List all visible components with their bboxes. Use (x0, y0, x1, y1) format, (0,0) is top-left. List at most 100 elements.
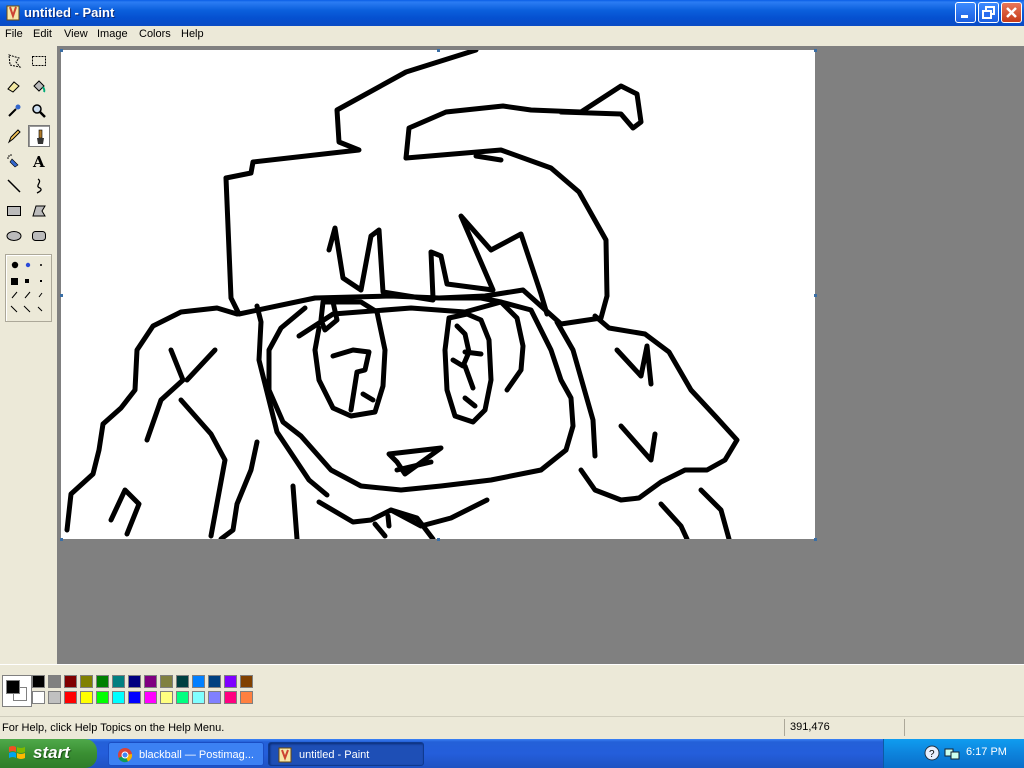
status-help-text: For Help, click Help Topics on the Help … (2, 722, 225, 734)
color-swatch[interactable] (192, 675, 205, 688)
resize-handle[interactable] (437, 49, 440, 52)
color-swatch[interactable] (128, 675, 141, 688)
color-swatch[interactable] (112, 675, 125, 688)
toolbox: A (0, 46, 57, 664)
rectangle-select-icon (32, 56, 46, 66)
restore-icon (982, 6, 995, 19)
color-swatch[interactable] (64, 691, 77, 704)
start-label: start (33, 743, 70, 762)
resize-handle[interactable] (60, 294, 63, 297)
start-button[interactable]: start (0, 739, 97, 768)
rectangle-icon (7, 206, 21, 216)
color-swatch[interactable] (192, 691, 205, 704)
menu-colors[interactable]: Colors (139, 28, 171, 40)
color-swatch[interactable] (32, 691, 45, 704)
magnifier-tool[interactable] (28, 100, 50, 122)
title-bar[interactable]: untitled - Paint (0, 0, 1024, 26)
color-swatch[interactable] (80, 675, 93, 688)
color-swatch[interactable] (48, 675, 61, 688)
color-swatch[interactable] (64, 675, 77, 688)
brush-shapes (10, 261, 43, 313)
color-swatch[interactable] (176, 691, 189, 704)
resize-handle[interactable] (814, 49, 817, 52)
color-swatch[interactable] (80, 691, 93, 704)
eraser-icon (7, 81, 20, 93)
windows-logo-icon (9, 746, 25, 759)
status-coordinates: 391,476 (784, 719, 908, 736)
task-label: untitled - Paint (299, 749, 370, 761)
resize-handle[interactable] (814, 294, 817, 297)
brush-icon (37, 129, 44, 144)
eyedropper-icon (8, 104, 21, 117)
rectangle-tool[interactable] (3, 200, 25, 222)
maximize-button[interactable] (978, 2, 999, 23)
task-button-chrome[interactable]: blackball — Postimag... (108, 742, 264, 766)
menu-view[interactable]: View (64, 28, 88, 40)
help-tray-icon[interactable]: ? (924, 745, 940, 761)
eraser-tool[interactable] (3, 75, 25, 97)
pencil-tool[interactable] (3, 125, 25, 147)
color-swatch[interactable] (32, 675, 45, 688)
text-tool[interactable]: A (28, 150, 50, 172)
color-swatch[interactable] (208, 675, 221, 688)
color-swatch[interactable] (224, 675, 237, 688)
free-form-select-icon (8, 54, 22, 68)
color-swatch[interactable] (160, 675, 173, 688)
menu-image[interactable]: Image (97, 28, 128, 40)
taskbar: start blackball — Postimag... untitled -… (0, 739, 1024, 768)
menu-help[interactable]: Help (181, 28, 204, 40)
menu-bar: File Edit View Image Colors Help (0, 26, 1024, 44)
color-swatch[interactable] (128, 691, 141, 704)
color-palette (0, 664, 1024, 715)
clock: 6:17 PM (966, 746, 1007, 758)
color-swatch[interactable] (176, 675, 189, 688)
paint-icon (278, 747, 292, 763)
color-swatch[interactable] (96, 691, 109, 704)
polygon-tool[interactable] (28, 200, 50, 222)
color-swatch[interactable] (144, 675, 157, 688)
line-tool[interactable] (3, 175, 25, 197)
task-button-paint[interactable]: untitled - Paint (268, 742, 424, 766)
free-form-select-tool[interactable] (3, 50, 25, 72)
color-swatch[interactable] (208, 691, 221, 704)
status-size (904, 719, 1023, 736)
resize-handle[interactable] (60, 538, 63, 541)
resize-handle[interactable] (437, 538, 440, 541)
close-button[interactable] (1001, 2, 1022, 23)
color-swatch[interactable] (96, 675, 109, 688)
current-colors (2, 675, 32, 707)
paint-app-icon (6, 5, 20, 21)
menu-file[interactable]: File (5, 28, 23, 40)
text-icon: A (32, 153, 45, 169)
color-swatch[interactable] (240, 691, 253, 704)
close-icon (1006, 7, 1017, 18)
color-swatch[interactable] (144, 691, 157, 704)
minimize-button[interactable] (955, 2, 976, 23)
color-swatch[interactable] (160, 691, 173, 704)
ellipse-tool[interactable] (3, 225, 25, 247)
airbrush-tool[interactable] (3, 150, 25, 172)
paint-bucket-icon (33, 80, 46, 93)
pick-color-tool[interactable] (3, 100, 25, 122)
color-swatch[interactable] (240, 675, 253, 688)
resize-handle[interactable] (60, 49, 63, 52)
select-tool[interactable] (28, 50, 50, 72)
magnifier-icon (32, 104, 46, 118)
brush-tool[interactable] (28, 125, 50, 147)
canvas-drawing (64, 47, 740, 542)
brush-shape-options[interactable] (5, 254, 52, 322)
resize-handle[interactable] (814, 538, 817, 541)
color-swatch[interactable] (112, 691, 125, 704)
curve-tool[interactable] (28, 175, 50, 197)
color-swatch[interactable] (224, 691, 237, 704)
rounded-rectangle-tool[interactable] (28, 225, 50, 247)
menu-edit[interactable]: Edit (33, 28, 52, 40)
window-title: untitled - Paint (24, 5, 115, 20)
minimize-icon (961, 15, 968, 18)
polygon-icon (32, 205, 46, 217)
fill-with-color-tool[interactable] (28, 75, 50, 97)
color-swatch[interactable] (48, 691, 61, 704)
drawing-canvas[interactable] (61, 47, 815, 542)
network-icon[interactable] (944, 745, 960, 761)
svg-text:?: ? (929, 749, 935, 760)
